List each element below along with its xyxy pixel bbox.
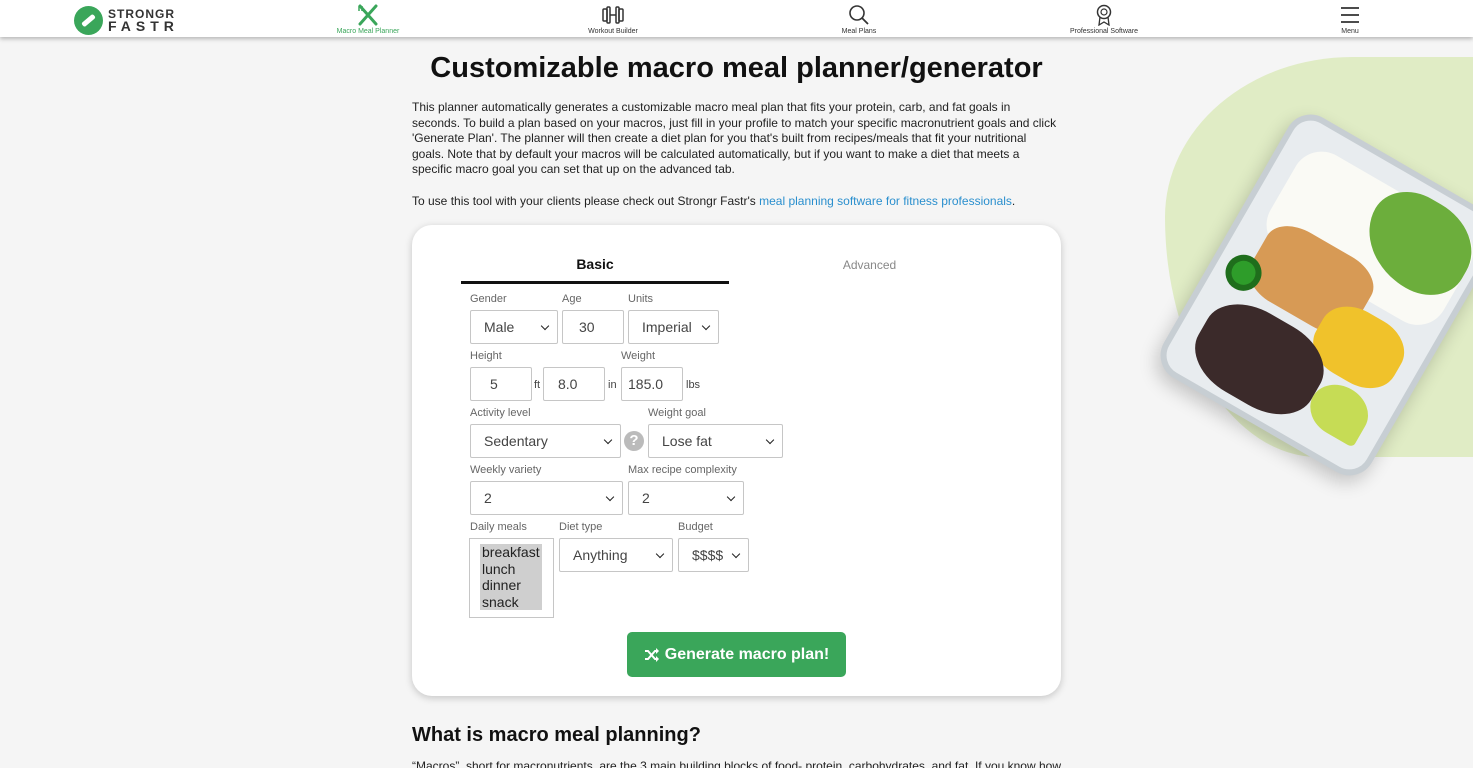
page-title: Customizable macro meal planner/generato…: [430, 52, 1043, 84]
nav-professional-software[interactable]: Professional Software: [1049, 4, 1159, 35]
budget-label: Budget: [678, 521, 713, 533]
units-label: Units: [628, 293, 654, 305]
budget-value: $$$$: [692, 547, 724, 563]
generate-label: Generate macro plan!: [664, 645, 830, 663]
meal-option-dinner[interactable]: dinner: [480, 577, 542, 594]
weight-goal-label: Weight goal: [648, 407, 706, 419]
search-icon: [849, 5, 869, 25]
max-complexity-label: Max recipe complexity: [628, 464, 737, 476]
height-feet-input[interactable]: 5: [470, 367, 532, 401]
max-complexity-select[interactable]: 2: [628, 481, 744, 515]
section-paragraph: “Macros”, short for macronutrients, are …: [412, 759, 1062, 768]
top-navbar: STRONGR FASTR Macro Meal Planner Workout…: [0, 0, 1473, 37]
nav-label: Macro Meal Planner: [336, 28, 400, 35]
clients-paragraph: To use this tool with your clients pleas…: [412, 194, 1061, 208]
age-value: 30: [579, 319, 595, 335]
logo-text-bottom: FASTR: [108, 18, 179, 34]
nav-macro-meal-planner[interactable]: Macro Meal Planner: [313, 4, 423, 35]
fork-knife-icon: [358, 4, 378, 26]
weight-value: 185.0: [628, 376, 664, 392]
section-heading: What is macro meal planning?: [412, 724, 701, 746]
daily-meals-label: Daily meals: [470, 521, 527, 533]
height-label: Height: [470, 350, 502, 362]
weight-input[interactable]: 185.0: [621, 367, 683, 401]
nav-meal-plans[interactable]: Meal Plans: [804, 4, 914, 35]
nav-label: Meal Plans: [841, 28, 877, 35]
tab-basic[interactable]: Basic: [461, 256, 729, 284]
tab-advanced[interactable]: Advanced: [737, 258, 1002, 272]
hamburger-menu-icon: [1341, 7, 1359, 23]
height-feet-unit: ft: [534, 379, 541, 391]
height-inches-unit: in: [608, 379, 617, 391]
gender-value: Male: [484, 319, 515, 335]
units-value: Imperial: [642, 319, 692, 335]
clients-prefix: To use this tool with your clients pleas…: [412, 194, 760, 208]
height-inches-input[interactable]: 8.0: [543, 367, 605, 401]
gender-select[interactable]: Male: [470, 310, 558, 344]
weight-unit: lbs: [686, 379, 701, 391]
weekly-variety-value: 2: [484, 490, 492, 506]
height-feet-value: 5: [490, 376, 498, 392]
award-icon: [1096, 4, 1112, 26]
generate-plan-button[interactable]: Generate macro plan!: [627, 632, 846, 677]
clients-suffix: .: [1011, 194, 1016, 208]
nav-workout-builder[interactable]: Workout Builder: [558, 4, 668, 35]
nav-menu[interactable]: Menu: [1295, 4, 1405, 35]
nav-label: Workout Builder: [588, 28, 638, 35]
weight-goal-value: Lose fat: [662, 433, 712, 449]
nav-label: Professional Software: [1069, 28, 1139, 35]
age-label: Age: [562, 293, 582, 305]
activity-select[interactable]: Sedentary: [470, 424, 621, 458]
activity-value: Sedentary: [484, 433, 548, 449]
diet-type-select[interactable]: Anything: [559, 538, 673, 572]
nav-label: Menu: [1341, 28, 1359, 35]
daily-meals-listbox[interactable]: breakfast lunch dinner snack: [469, 538, 554, 618]
weight-goal-select[interactable]: Lose fat: [648, 424, 783, 458]
strongr-fastr-logo[interactable]: STRONGR FASTR: [74, 5, 179, 35]
diet-type-label: Diet type: [559, 521, 603, 533]
budget-select[interactable]: $$$$: [678, 538, 749, 572]
meal-option-snack[interactable]: snack: [480, 593, 542, 610]
weekly-variety-label: Weekly variety: [470, 464, 542, 476]
activity-label: Activity level: [470, 407, 531, 419]
diet-type-value: Anything: [573, 547, 628, 563]
logo-text: STRONGR FASTR: [108, 8, 179, 34]
shuffle-icon: [644, 647, 659, 662]
weight-label: Weight: [621, 350, 656, 362]
intro-paragraph: This planner automatically generates a c…: [412, 100, 1057, 177]
dumbbell-icon: [602, 6, 624, 24]
meal-option-breakfast[interactable]: breakfast: [480, 544, 542, 561]
logo-mark-icon: [74, 5, 103, 35]
meal-option-lunch[interactable]: lunch: [480, 560, 542, 577]
gender-label: Gender: [470, 293, 507, 305]
planner-card: Basic Advanced Gender Male Age 30 Units …: [412, 225, 1061, 696]
units-select[interactable]: Imperial: [628, 310, 719, 344]
age-input[interactable]: 30: [562, 310, 624, 344]
help-icon[interactable]: ?: [624, 431, 644, 451]
pro-software-link[interactable]: meal planning software for fitness profe…: [759, 194, 1012, 208]
weekly-variety-select[interactable]: 2: [470, 481, 623, 515]
height-inches-value: 8.0: [558, 376, 578, 392]
max-complexity-value: 2: [642, 490, 650, 506]
